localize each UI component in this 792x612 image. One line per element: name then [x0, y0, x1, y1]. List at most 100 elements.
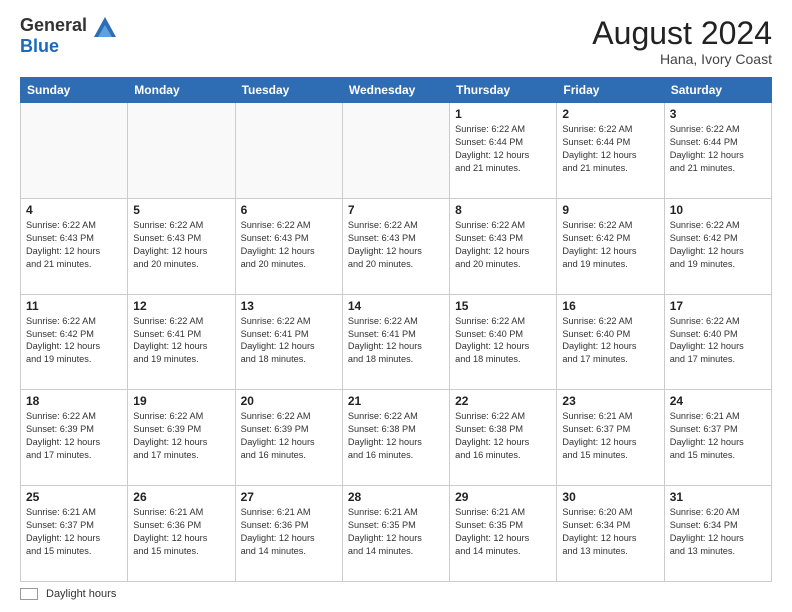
day-number: 25 — [26, 490, 122, 504]
calendar-week-row: 25 Sunrise: 6:21 AMSunset: 6:37 PMDayligh… — [21, 486, 772, 582]
day-number: 21 — [348, 394, 444, 408]
calendar-header-thursday: Thursday — [450, 78, 557, 103]
day-info: Sunrise: 6:22 AMSunset: 6:43 PMDaylight:… — [455, 219, 551, 271]
day-info: Sunrise: 6:22 AMSunset: 6:38 PMDaylight:… — [455, 410, 551, 462]
calendar-week-row: 11Sunrise: 6:22 AMSunset: 6:42 PMDayligh… — [21, 294, 772, 390]
legend-label: Daylight hours — [46, 588, 116, 600]
calendar-day-cell: 26 Sunrise: 6:21 AMSunset: 6:36 PMDayligh… — [128, 486, 235, 582]
calendar-day-cell: 27Sunrise: 6:21 AMSunset: 6:36 PMDayligh… — [235, 486, 342, 582]
day-info: Sunrise: 6:22 AMSunset: 6:39 PMDaylight:… — [26, 410, 122, 462]
calendar-week-row: 18 Sunrise: 6:22 AMSunset: 6:39 PMDayligh… — [21, 390, 772, 486]
title-block: August 2024 Hana, Ivory Coast — [592, 16, 772, 67]
month-year-title: August 2024 — [592, 16, 772, 51]
day-info: Sunrise: 6:20 AMSunset: 6:34 PMDaylight:… — [562, 506, 658, 558]
day-number: 5 — [133, 203, 229, 217]
calendar-day-cell: 17Sunrise: 6:22 AMSunset: 6:40 PMDayligh… — [664, 294, 771, 390]
day-number: 11 — [26, 299, 122, 313]
calendar-day-cell: 13Sunrise: 6:22 AMSunset: 6:41 PMDayligh… — [235, 294, 342, 390]
day-info: Sunrise: 6:20 AMSunset: 6:34 PMDaylight:… — [670, 506, 766, 558]
day-info: Sunrise: 6:22 AMSunset: 6:44 PMDaylight:… — [670, 123, 766, 175]
calendar-day-cell: 31 Sunrise: 6:20 AMSunset: 6:34 PMDayligh… — [664, 486, 771, 582]
day-number: 1 — [455, 107, 551, 121]
calendar-week-row: 4 Sunrise: 6:22 AMSunset: 6:43 PMDaylight… — [21, 198, 772, 294]
calendar-day-cell: 12Sunrise: 6:22 AMSunset: 6:41 PMDayligh… — [128, 294, 235, 390]
calendar-day-cell: 23 Sunrise: 6:21 AMSunset: 6:37 PMDayligh… — [557, 390, 664, 486]
calendar-day-cell: 16Sunrise: 6:22 AMSunset: 6:40 PMDayligh… — [557, 294, 664, 390]
calendar-day-cell: 20 Sunrise: 6:22 AMSunset: 6:39 PMDayligh… — [235, 390, 342, 486]
logo-blue: Blue — [20, 36, 59, 56]
calendar-day-cell: 3Sunrise: 6:22 AMSunset: 6:44 PMDaylight… — [664, 103, 771, 199]
day-number: 2 — [562, 107, 658, 121]
day-number: 26 — [133, 490, 229, 504]
day-number: 29 — [455, 490, 551, 504]
day-info: Sunrise: 6:22 AMSunset: 6:44 PMDaylight:… — [455, 123, 551, 175]
calendar-day-cell — [342, 103, 449, 199]
day-info: Sunrise: 6:22 AMSunset: 6:42 PMDaylight:… — [670, 219, 766, 271]
day-number: 6 — [241, 203, 337, 217]
day-number: 30 — [562, 490, 658, 504]
day-number: 10 — [670, 203, 766, 217]
calendar-day-cell: 7Sunrise: 6:22 AMSunset: 6:43 PMDaylight… — [342, 198, 449, 294]
day-number: 28 — [348, 490, 444, 504]
calendar-day-cell: 29Sunrise: 6:21 AMSunset: 6:35 PMDayligh… — [450, 486, 557, 582]
calendar-day-cell: 9Sunrise: 6:22 AMSunset: 6:42 PMDaylight… — [557, 198, 664, 294]
day-info: Sunrise: 6:21 AMSunset: 6:37 PMDaylight:… — [670, 410, 766, 462]
day-number: 20 — [241, 394, 337, 408]
calendar-day-cell: 10 Sunrise: 6:22 AMSunset: 6:42 PMDayligh… — [664, 198, 771, 294]
day-number: 17 — [670, 299, 766, 313]
calendar-day-cell: 24 Sunrise: 6:21 AMSunset: 6:37 PMDayligh… — [664, 390, 771, 486]
calendar-day-cell: 28 Sunrise: 6:21 AMSunset: 6:35 PMDayligh… — [342, 486, 449, 582]
day-info: Sunrise: 6:22 AMSunset: 6:41 PMDaylight:… — [133, 315, 229, 367]
day-info: Sunrise: 6:22 AMSunset: 6:41 PMDaylight:… — [348, 315, 444, 367]
day-number: 8 — [455, 203, 551, 217]
calendar-day-cell: 2Sunrise: 6:22 AMSunset: 6:44 PMDaylight… — [557, 103, 664, 199]
day-info: Sunrise: 6:22 AMSunset: 6:38 PMDaylight:… — [348, 410, 444, 462]
day-info: Sunrise: 6:22 AMSunset: 6:43 PMDaylight:… — [241, 219, 337, 271]
day-info: Sunrise: 6:22 AMSunset: 6:39 PMDaylight:… — [241, 410, 337, 462]
calendar-header-sunday: Sunday — [21, 78, 128, 103]
calendar-header-friday: Friday — [557, 78, 664, 103]
day-number: 18 — [26, 394, 122, 408]
calendar-day-cell — [128, 103, 235, 199]
day-info: Sunrise: 6:22 AMSunset: 6:43 PMDaylight:… — [133, 219, 229, 271]
calendar-day-cell: 19 Sunrise: 6:22 AMSunset: 6:39 PMDayligh… — [128, 390, 235, 486]
calendar-day-cell: 22Sunrise: 6:22 AMSunset: 6:38 PMDayligh… — [450, 390, 557, 486]
day-number: 31 — [670, 490, 766, 504]
day-number: 15 — [455, 299, 551, 313]
location-subtitle: Hana, Ivory Coast — [592, 51, 772, 67]
legend-box — [20, 588, 38, 600]
calendar-week-row: 1 Sunrise: 6:22 AMSunset: 6:44 PMDaylight… — [21, 103, 772, 199]
day-info: Sunrise: 6:21 AMSunset: 6:36 PMDaylight:… — [241, 506, 337, 558]
calendar-day-cell: 8 Sunrise: 6:22 AMSunset: 6:43 PMDaylight… — [450, 198, 557, 294]
calendar-table: SundayMondayTuesdayWednesdayThursdayFrid… — [20, 77, 772, 582]
logo-icon — [94, 17, 116, 37]
calendar-day-cell: 4 Sunrise: 6:22 AMSunset: 6:43 PMDaylight… — [21, 198, 128, 294]
calendar-header-tuesday: Tuesday — [235, 78, 342, 103]
day-info: Sunrise: 6:22 AMSunset: 6:43 PMDaylight:… — [26, 219, 122, 271]
logo: General Blue — [20, 16, 116, 56]
day-info: Sunrise: 6:22 AMSunset: 6:40 PMDaylight:… — [455, 315, 551, 367]
calendar-header-monday: Monday — [128, 78, 235, 103]
calendar-day-cell: 5 Sunrise: 6:22 AMSunset: 6:43 PMDaylight… — [128, 198, 235, 294]
day-info: Sunrise: 6:21 AMSunset: 6:37 PMDaylight:… — [562, 410, 658, 462]
calendar-day-cell: 15 Sunrise: 6:22 AMSunset: 6:40 PMDayligh… — [450, 294, 557, 390]
day-number: 23 — [562, 394, 658, 408]
calendar-day-cell: 6 Sunrise: 6:22 AMSunset: 6:43 PMDaylight… — [235, 198, 342, 294]
calendar-header-saturday: Saturday — [664, 78, 771, 103]
day-info: Sunrise: 6:21 AMSunset: 6:37 PMDaylight:… — [26, 506, 122, 558]
day-number: 19 — [133, 394, 229, 408]
day-info: Sunrise: 6:22 AMSunset: 6:43 PMDaylight:… — [348, 219, 444, 271]
calendar-day-cell: 30 Sunrise: 6:20 AMSunset: 6:34 PMDayligh… — [557, 486, 664, 582]
calendar-day-cell: 11Sunrise: 6:22 AMSunset: 6:42 PMDayligh… — [21, 294, 128, 390]
day-info: Sunrise: 6:21 AMSunset: 6:36 PMDaylight:… — [133, 506, 229, 558]
day-info: Sunrise: 6:22 AMSunset: 6:39 PMDaylight:… — [133, 410, 229, 462]
calendar-day-cell: 25 Sunrise: 6:21 AMSunset: 6:37 PMDayligh… — [21, 486, 128, 582]
page-header: General Blue August 2024 Hana, Ivory Coa… — [20, 16, 772, 67]
day-info: Sunrise: 6:22 AMSunset: 6:42 PMDaylight:… — [562, 219, 658, 271]
day-number: 24 — [670, 394, 766, 408]
calendar-day-cell: 14Sunrise: 6:22 AMSunset: 6:41 PMDayligh… — [342, 294, 449, 390]
calendar-day-cell: 18 Sunrise: 6:22 AMSunset: 6:39 PMDayligh… — [21, 390, 128, 486]
day-info: Sunrise: 6:22 AMSunset: 6:40 PMDaylight:… — [562, 315, 658, 367]
day-number: 4 — [26, 203, 122, 217]
day-info: Sunrise: 6:21 AMSunset: 6:35 PMDaylight:… — [348, 506, 444, 558]
